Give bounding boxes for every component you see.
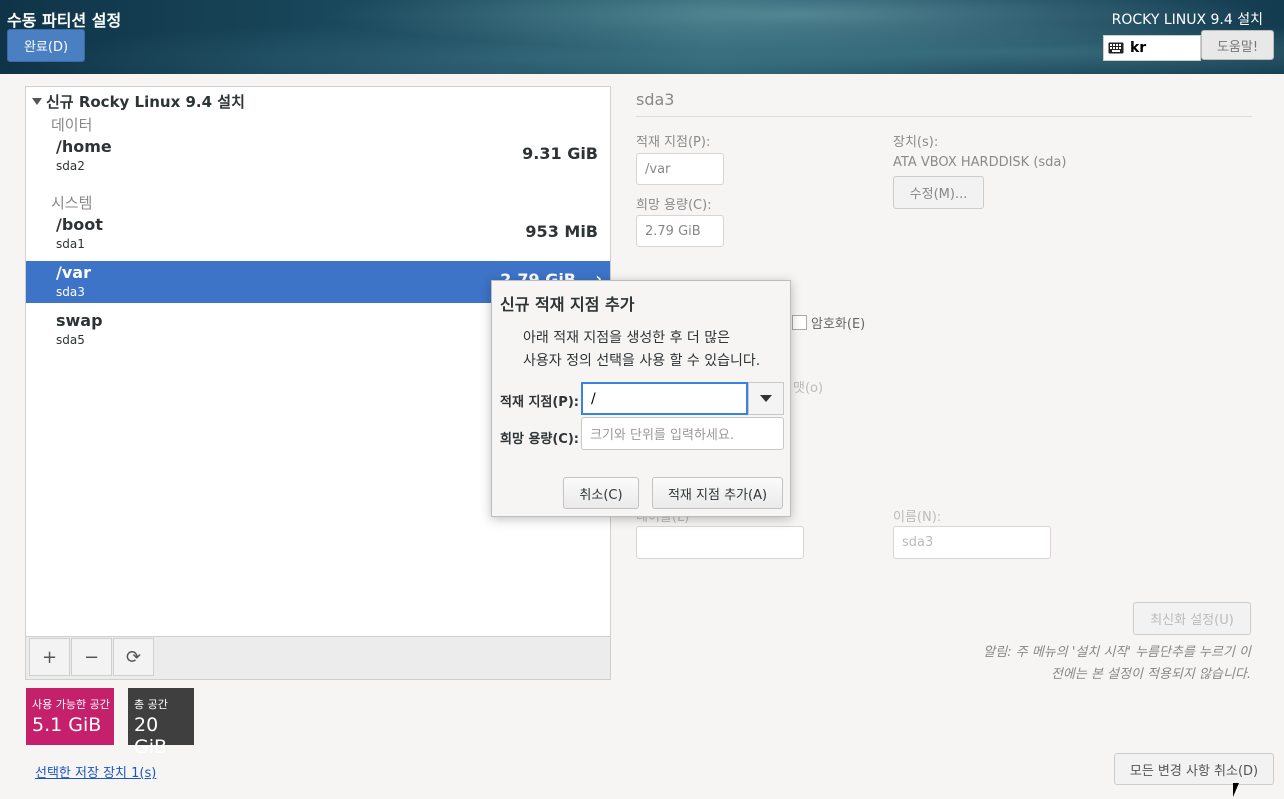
add-mount-point-dialog: 신규 적재 지점 추가 아래 적재 지점을 생성한 후 더 많은 사용자 정의 … <box>491 280 791 517</box>
dialog-title: 신규 적재 지점 추가 <box>500 295 635 314</box>
total-space-value: 20 GiB <box>134 714 168 758</box>
partition-device: sda1 <box>56 237 85 251</box>
name-label: 이름(N): <box>893 510 942 525</box>
update-settings-button[interactable]: 최신화 설정(U) <box>1133 602 1251 635</box>
notice-text: 알림: 주 메뉴의 '설치 시작' 누름단추를 누르기 이 전에는 본 설정이 … <box>951 642 1251 686</box>
partition-mount: /boot <box>56 215 103 234</box>
product-title: ROCKY LINUX 9.4 설치 <box>1111 12 1263 28</box>
chevron-down-icon <box>760 395 772 402</box>
partition-device: sda5 <box>56 333 85 347</box>
notice-line-1: 알림: 주 메뉴의 '설치 시작' 누름단추를 누르기 이 <box>983 645 1251 660</box>
partition-size: 9.31 GiB <box>522 144 598 163</box>
modify-button[interactable]: 수정(M)... <box>893 176 984 209</box>
capacity-field[interactable]: 2.79 GiB <box>636 215 724 247</box>
dialog-description: 아래 적재 지점을 생성한 후 더 많은 사용자 정의 선택을 사용 할 수 있… <box>523 327 760 373</box>
group-label-system: 시스템 <box>51 194 93 212</box>
mount-point-label: 적재 지점(P): <box>636 135 711 150</box>
add-partition-button[interactable]: + <box>29 638 70 676</box>
divider <box>636 116 1252 117</box>
mount-point-dropdown[interactable] <box>748 382 784 415</box>
partition-detail-title: sda3 <box>636 90 675 109</box>
mount-point-input[interactable]: / <box>581 382 748 415</box>
partition-row-home[interactable]: /home sda2 9.31 GiB <box>26 135 610 177</box>
done-button[interactable]: 완료(D) <box>7 29 85 62</box>
keyboard-layout-label: kr <box>1130 40 1147 56</box>
total-space-label: 총 공간 <box>134 698 168 711</box>
total-space-box: 총 공간 20 GiB <box>128 688 194 758</box>
installation-root[interactable]: 신규 Rocky Linux 9.4 설치 <box>32 91 245 112</box>
partition-device: sda2 <box>56 159 85 173</box>
installation-root-label: 신규 Rocky Linux 9.4 설치 <box>46 93 245 111</box>
devices-label: 장치(s): <box>893 135 939 150</box>
partition-row-boot[interactable]: /boot sda1 953 MiB <box>26 213 610 255</box>
keyboard-icon <box>1108 42 1124 54</box>
help-button[interactable]: 도움말! <box>1201 30 1274 60</box>
dialog-capacity-label: 희망 용량(C): <box>500 432 579 447</box>
available-space-label: 사용 가능한 공간 <box>32 698 110 711</box>
partition-size: 953 MiB <box>525 222 598 241</box>
notice-line-2: 전에는 본 설정이 적용되지 않습니다. <box>1050 667 1251 682</box>
dialog-description-line-2: 사용자 정의 선택을 사용 할 수 있습니다. <box>523 353 761 369</box>
dialog-mount-label: 적재 지점(P): <box>500 395 579 410</box>
reformat-label: 맷(o) <box>793 381 824 396</box>
page-title: 수동 파티션 설정 <box>7 11 122 30</box>
desired-capacity-input[interactable]: 크기와 단위를 입력하세요. <box>581 417 784 450</box>
expander-icon <box>32 98 42 105</box>
capacity-label: 희망 용량(C): <box>636 198 712 213</box>
add-mount-point-button[interactable]: 적재 지점 추가(A) <box>652 477 783 509</box>
label-field[interactable] <box>636 526 804 559</box>
mouse-cursor-icon <box>1233 783 1239 797</box>
mount-point-field[interactable]: /var <box>636 153 724 185</box>
reset-all-button[interactable]: 모든 변경 사항 취소(D) <box>1114 753 1274 785</box>
refresh-icon: ⟳ <box>125 646 142 668</box>
group-label-data: 데이터 <box>51 116 93 134</box>
encrypt-label: 암호화(E) <box>811 317 866 332</box>
available-space-box: 사용 가능한 공간 5.1 GiB <box>26 688 114 745</box>
checkbox-box <box>792 315 807 330</box>
partition-device: sda3 <box>56 285 85 299</box>
devices-value: ATA VBOX HARDDISK (sda) <box>893 155 1067 170</box>
keyboard-layout-indicator[interactable]: kr <box>1103 35 1201 61</box>
partition-toolbar: + − ⟳ <box>26 636 610 679</box>
name-field[interactable]: sda3 <box>893 526 1051 559</box>
selected-storage-link[interactable]: 선택한 저장 장치 1(s) <box>35 762 156 781</box>
refresh-button[interactable]: ⟳ <box>113 638 154 676</box>
cancel-button[interactable]: 취소(C) <box>563 477 639 509</box>
partition-mount: swap <box>56 311 103 330</box>
top-header: 수동 파티션 설정 완료(D) ROCKY LINUX 9.4 설치 kr 도움… <box>0 0 1284 74</box>
encrypt-checkbox[interactable]: 암호화(E) <box>792 313 865 332</box>
available-space-value: 5.1 GiB <box>32 714 102 736</box>
dialog-description-line-1: 아래 적재 지점을 생성한 후 더 많은 <box>523 330 731 346</box>
partition-mount: /var <box>56 263 91 282</box>
partition-mount: /home <box>56 137 112 156</box>
remove-partition-button[interactable]: − <box>71 638 112 676</box>
